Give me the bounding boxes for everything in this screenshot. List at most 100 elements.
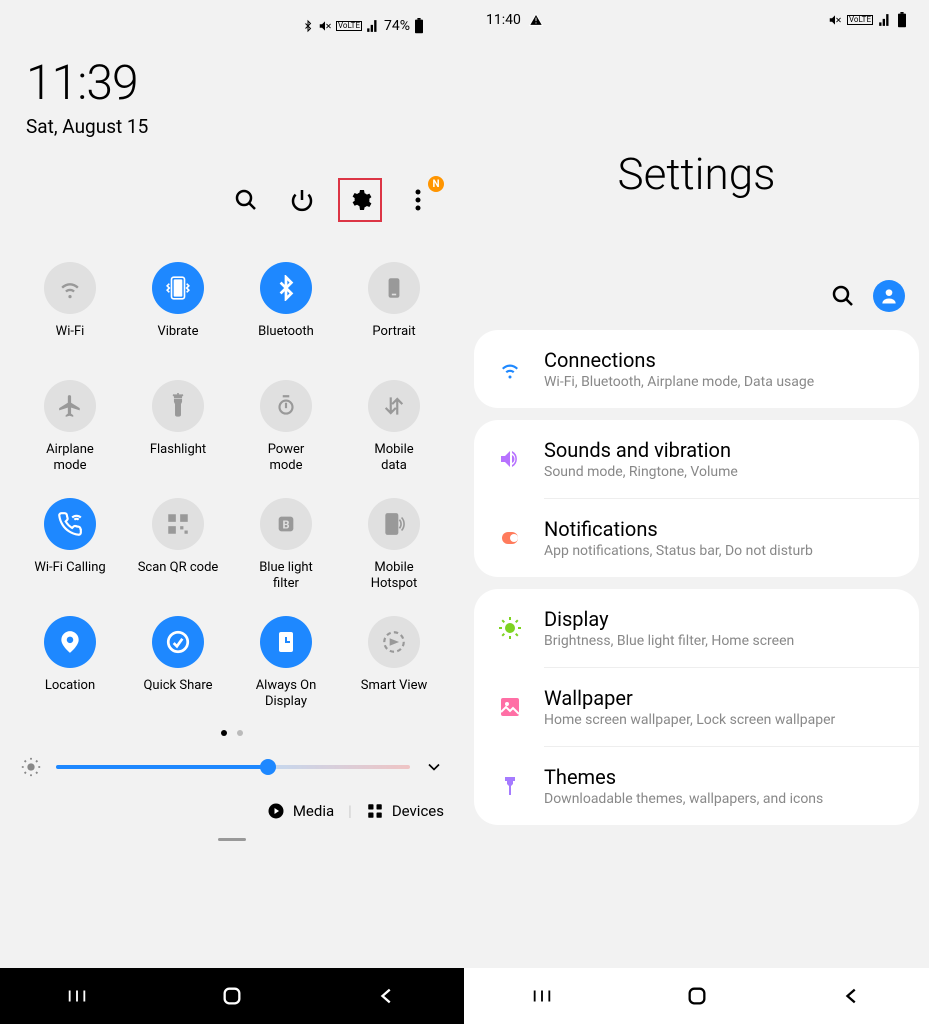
- tile-label: Smart View: [361, 678, 428, 710]
- tile-label: Portrait: [372, 324, 415, 356]
- settings-group: DisplayBrightness, Blue light filter, Ho…: [474, 589, 919, 825]
- quick-settings-panel: VoLTE 74% 11:39 Sat, August 15: [0, 0, 464, 1024]
- power-icon[interactable]: [282, 180, 322, 220]
- tile-wifi[interactable]: Wi-Fi: [20, 262, 120, 356]
- brightness-icon: [20, 756, 42, 778]
- settings-row-wallpaper[interactable]: WallpaperHome screen wallpaper, Lock scr…: [474, 668, 919, 746]
- tile-label: Mobile data: [374, 442, 413, 474]
- battery-status-icon: [414, 18, 424, 34]
- clock-time: 11:39: [26, 54, 438, 111]
- location-icon: [44, 616, 96, 668]
- quickshare-icon: [152, 616, 204, 668]
- media-button[interactable]: Media: [267, 802, 334, 820]
- recents-button[interactable]: [66, 985, 88, 1007]
- settings-row-subtitle: App notifications, Status bar, Do not di…: [544, 543, 897, 559]
- page-title: Settings: [464, 148, 929, 200]
- smartview-icon: [368, 616, 420, 668]
- search-icon[interactable]: [831, 284, 855, 308]
- tile-label: Location: [45, 678, 95, 710]
- settings-row-title: Connections: [544, 348, 897, 372]
- tile-label: Scan QR code: [138, 560, 219, 592]
- wifi-icon: [44, 262, 96, 314]
- tile-location[interactable]: Location: [20, 616, 120, 710]
- wificall-icon: [44, 498, 96, 550]
- settings-row-notif[interactable]: Notifications App notifications, Status b…: [474, 499, 919, 577]
- page-dot: [237, 730, 243, 736]
- settings-row-display[interactable]: DisplayBrightness, Blue light filter, Ho…: [474, 589, 919, 667]
- settings-row-sound[interactable]: Sounds and vibration Sound mode, Ringtone…: [474, 420, 919, 498]
- drag-handle[interactable]: [218, 838, 246, 841]
- settings-row-title: Notifications: [544, 517, 897, 541]
- sound-icon: [496, 445, 524, 473]
- tile-label: Flashlight: [150, 442, 206, 474]
- tile-airplane[interactable]: Airplane mode: [20, 380, 120, 474]
- settings-row-title: Sounds and vibration: [544, 438, 897, 462]
- power-icon: [260, 380, 312, 432]
- tile-label: Blue light filter: [259, 560, 313, 592]
- settings-group: Connections Wi-Fi, Bluetooth, Airplane mo…: [474, 330, 919, 408]
- status-time: 11:40: [486, 12, 521, 28]
- tile-qr[interactable]: Scan QR code: [128, 498, 228, 592]
- tile-wificall[interactable]: Wi-Fi Calling: [20, 498, 120, 592]
- tile-label: Wi-Fi Calling: [34, 560, 105, 592]
- back-button[interactable]: [841, 985, 863, 1007]
- more-icon[interactable]: [398, 180, 438, 220]
- tile-smartview[interactable]: Smart View: [344, 616, 444, 710]
- back-button[interactable]: [376, 985, 398, 1007]
- search-icon[interactable]: [226, 180, 266, 220]
- settings-row-wifi[interactable]: Connections Wi-Fi, Bluetooth, Airplane mo…: [474, 330, 919, 408]
- tile-vibrate[interactable]: Vibrate: [128, 262, 228, 356]
- battery-percent: 74%: [384, 18, 410, 34]
- settings-group: Sounds and vibration Sound mode, Ringtone…: [474, 420, 919, 577]
- brightness-thumb[interactable]: [260, 759, 276, 775]
- bluetooth-icon: [260, 262, 312, 314]
- tile-quickshare[interactable]: Quick Share: [128, 616, 228, 710]
- status-bar: 11:40 VoLTE: [464, 0, 929, 28]
- tile-label: Wi-Fi: [56, 324, 85, 356]
- settings-row-title: Display: [544, 607, 897, 631]
- page-dot: [221, 730, 227, 736]
- warning-icon: [529, 13, 543, 27]
- devices-label: Devices: [392, 802, 444, 820]
- home-button[interactable]: [686, 985, 708, 1007]
- tile-mobiledata[interactable]: Mobile data: [344, 380, 444, 474]
- display-icon: [496, 614, 524, 642]
- tile-portrait[interactable]: Portrait: [344, 262, 444, 356]
- settings-row-title: Wallpaper: [544, 686, 897, 710]
- tile-label: Bluetooth: [258, 324, 314, 356]
- settings-row-themes[interactable]: ThemesDownloadable themes, wallpapers, a…: [474, 747, 919, 825]
- tile-flashlight[interactable]: Flashlight: [128, 380, 228, 474]
- bluelight-icon: B: [260, 498, 312, 550]
- tile-label: Always On Display: [256, 678, 317, 710]
- tile-label: Quick Share: [143, 678, 212, 710]
- settings-row-subtitle: Downloadable themes, wallpapers, and ico…: [544, 791, 897, 807]
- chevron-down-icon[interactable]: [424, 757, 444, 777]
- tile-power[interactable]: Power mode: [236, 380, 336, 474]
- settings-row-subtitle: Wi-Fi, Bluetooth, Airplane mode, Data us…: [544, 374, 897, 390]
- bluetooth-status-icon: [302, 19, 314, 33]
- tile-bluetooth[interactable]: Bluetooth: [236, 262, 336, 356]
- settings-row-subtitle: Sound mode, Ringtone, Volume: [544, 464, 897, 480]
- lte-status-icon: VoLTE: [847, 15, 873, 25]
- tile-label: Mobile Hotspot: [371, 560, 418, 592]
- settings-screen: 11:40 VoLTE Settings Connections Wi-Fi, B…: [464, 0, 929, 1024]
- navigation-bar: [464, 968, 929, 1024]
- tile-bluelight[interactable]: B Blue light filter: [236, 498, 336, 592]
- account-avatar[interactable]: [873, 280, 905, 312]
- vibrate-icon: [152, 262, 204, 314]
- tile-aod[interactable]: Always On Display: [236, 616, 336, 710]
- brightness-slider[interactable]: [20, 746, 444, 788]
- recents-button[interactable]: [531, 985, 553, 1007]
- airplane-icon: [44, 380, 96, 432]
- tile-label: Airplane mode: [46, 442, 94, 474]
- tile-hotspot[interactable]: Mobile Hotspot: [344, 498, 444, 592]
- devices-button[interactable]: Devices: [366, 802, 444, 820]
- svg-text:B: B: [282, 519, 289, 532]
- home-button[interactable]: [221, 985, 243, 1007]
- wallpaper-icon: [496, 693, 524, 721]
- signal-status-icon: [878, 13, 892, 27]
- navigation-bar: [0, 968, 464, 1024]
- settings-gear-icon[interactable]: [338, 178, 382, 222]
- mobiledata-icon: [368, 380, 420, 432]
- page-indicator: [20, 720, 444, 746]
